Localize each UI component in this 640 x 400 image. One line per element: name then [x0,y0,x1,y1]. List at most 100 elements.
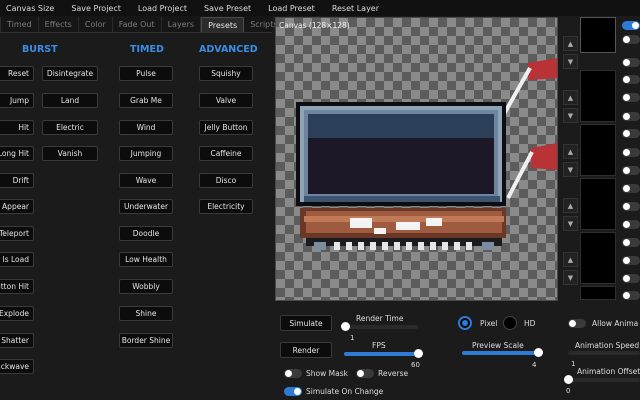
preset-long-hit-button[interactable]: Long Hit [0,146,34,161]
tab-color[interactable]: Color [79,17,113,32]
layer-visibility-toggle[interactable] [622,21,640,30]
tab-layers[interactable]: Layers [162,17,202,32]
layer-thumbnail[interactable] [580,232,616,284]
layer-down-arrow-icon[interactable]: ▼ [563,216,578,231]
fps-slider[interactable] [344,349,423,358]
preset-wind-button[interactable]: Wind [119,120,173,135]
preset-backwave-button[interactable]: Backwave [0,359,34,374]
preview-scale-slider[interactable] [462,348,543,357]
animation-offset-slider[interactable] [564,375,640,384]
allow-animation-toggle[interactable] [568,319,586,328]
layer-visibility-toggle[interactable] [622,112,640,121]
preset-underwater-button[interactable]: Underwater [119,199,173,214]
preset-land-button[interactable]: Land [42,93,98,108]
layer-visibility-toggle[interactable] [622,220,640,229]
layer-thumbnail[interactable] [580,178,616,230]
render-button[interactable]: Render [280,342,332,358]
layer-thumbnail[interactable] [580,124,616,176]
layer-visibility-toggle[interactable] [622,166,640,175]
hd-mode-radio[interactable] [503,316,517,330]
tab-fade-out[interactable]: Fade Out [113,17,162,32]
simulate-button[interactable]: Simulate [280,315,332,331]
menu-bar: Canvas Size Save Project Load Project Sa… [0,0,640,16]
layer-down-arrow-icon[interactable]: ▼ [563,108,578,123]
layer-visibility-toggle[interactable] [622,148,640,157]
layer-down-arrow-icon[interactable]: ▼ [563,162,578,177]
layer-visibility-toggle[interactable] [622,75,640,84]
layer-up-arrow-icon[interactable]: ▲ [563,90,578,105]
preset-caffeine-button[interactable]: Caffeine [199,146,253,161]
advanced-heading: ADVANCED [199,44,258,55]
preset-border-shine-button[interactable]: Border Shine [119,333,173,348]
preset-pulse-button[interactable]: Pulse [119,66,173,81]
preset-explode-button[interactable]: Explode [0,306,34,321]
preset-jumping-button[interactable]: Jumping [119,146,173,161]
layer-thumbnail[interactable] [580,17,616,53]
layer-visibility-toggle[interactable] [622,35,640,44]
preset-disintegrate-button[interactable]: Disintegrate [42,66,98,81]
layer-visibility-toggle[interactable] [622,58,640,67]
show-mask-label: Show Mask [306,369,348,378]
show-mask-toggle[interactable] [284,369,302,378]
preset-electricity-button[interactable]: Electricity [199,199,253,214]
layer-visibility-toggle[interactable] [622,291,640,300]
layer-down-arrow-icon[interactable]: ▼ [563,270,578,285]
canvas-preview[interactable]: Canvas (128×128) [275,17,558,301]
preset-shatter-button[interactable]: Shatter [0,333,34,348]
preset-wave-button[interactable]: Wave [119,173,173,188]
preset-wobbly-button[interactable]: Wobbly [119,279,173,294]
layer-thumbnail[interactable] [580,286,616,300]
preset-shine-button[interactable]: Shine [119,306,173,321]
preset-grab-me-button[interactable]: Grab Me [119,93,173,108]
layer-visibility-toggle[interactable] [622,129,640,138]
preset-valve-button[interactable]: Valve [199,93,253,108]
menu-save-preset[interactable]: Save Preset [204,4,251,13]
preset-squishy-button[interactable]: Squishy [199,66,253,81]
menu-save-project[interactable]: Save Project [71,4,121,13]
preset-electric-button[interactable]: Electric [42,120,98,135]
tab-bar: Timed Effects Color Fade Out Layers Pres… [0,16,285,33]
pixel-mode-radio[interactable] [458,316,472,330]
preset-teleport-button[interactable]: Teleport [0,226,34,241]
menu-canvas-size[interactable]: Canvas Size [6,4,54,13]
layer-visibility-toggle[interactable] [622,256,640,265]
preset-disco-button[interactable]: Disco [199,173,253,188]
reverse-label: Reverse [378,369,409,378]
layer-visibility-toggle[interactable] [622,202,640,211]
preset-hit-button[interactable]: Hit [0,120,34,135]
layer-up-arrow-icon[interactable]: ▲ [563,252,578,267]
menu-reset-layer[interactable]: Reset Layer [332,4,379,13]
layer-up-arrow-icon[interactable]: ▲ [563,36,578,51]
menu-load-preset[interactable]: Load Preset [268,4,315,13]
simulate-on-change-label: Simulate On Change [306,387,384,396]
preset-jelly-button-button[interactable]: Jelly Button [199,120,253,135]
tab-effects[interactable]: Effects [39,17,79,32]
reverse-toggle[interactable] [356,369,374,378]
preset-low-health-button[interactable]: Low Health [119,252,173,267]
timed-heading: TIMED [130,44,164,55]
layer-visibility-toggle[interactable] [622,238,640,247]
preset-reset-button[interactable]: Reset [0,66,34,81]
tab-timed[interactable]: Timed [1,17,39,32]
simulate-on-change-toggle[interactable] [284,387,302,396]
render-time-value: 1 [350,334,355,342]
layer-visibility-toggle[interactable] [622,184,640,193]
preset-doodle-button[interactable]: Doodle [119,226,173,241]
preset-jump-button[interactable]: Jump [0,93,34,108]
preview-scale-label: Preview Scale [472,341,524,350]
layer-down-arrow-icon[interactable]: ▼ [563,54,578,69]
preset-appear-button[interactable]: Appear [0,199,34,214]
preset-button-hit-button[interactable]: Button Hit [0,279,34,294]
layer-up-arrow-icon[interactable]: ▲ [563,144,578,159]
preset-drift-button[interactable]: Drift [0,173,34,188]
tab-presets[interactable]: Presets [201,17,245,32]
preset-vanish-button[interactable]: Vanish [42,146,98,161]
layer-thumbnail[interactable] [580,70,616,122]
render-time-slider[interactable] [341,322,418,331]
layer-visibility-toggle[interactable] [622,274,640,283]
menu-load-project[interactable]: Load Project [138,4,187,13]
layer-up-arrow-icon[interactable]: ▲ [563,198,578,213]
animation-speed-slider[interactable] [568,351,640,355]
layer-visibility-toggle[interactable] [622,93,640,102]
preset-load-button[interactable]: Is Load [0,252,34,267]
